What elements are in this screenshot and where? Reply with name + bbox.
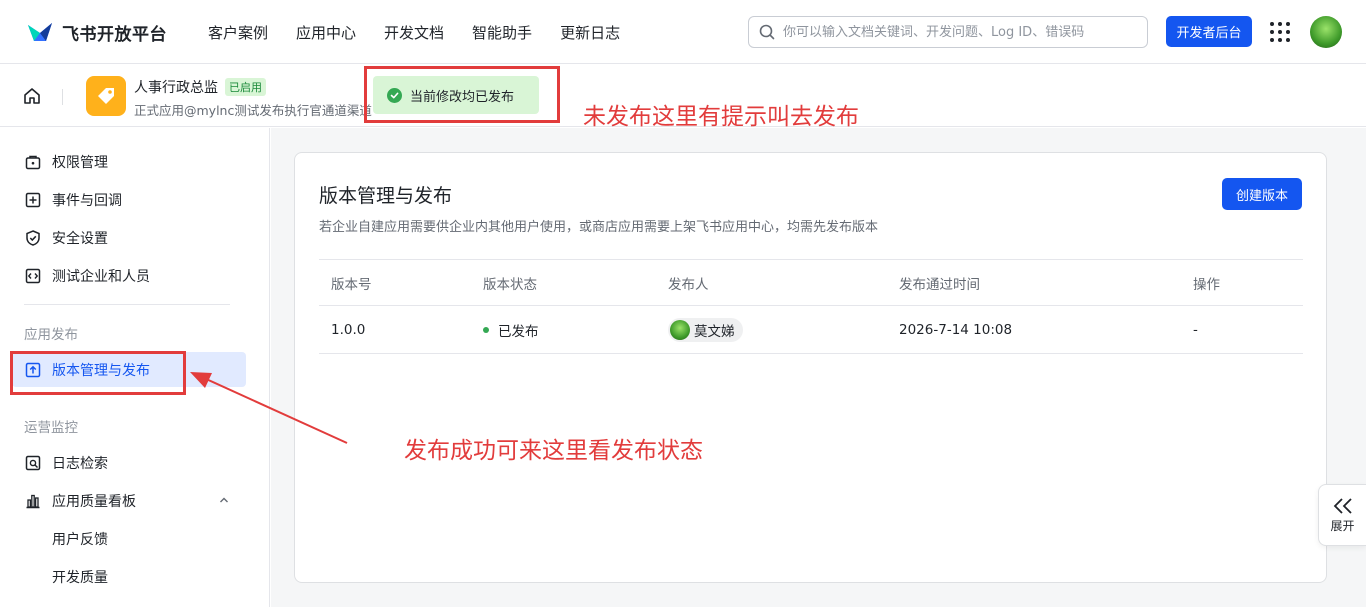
double-chevron-left-icon bbox=[1333, 497, 1352, 514]
expand-label: 展开 bbox=[1330, 518, 1355, 533]
annotation-arrow bbox=[190, 372, 348, 444]
expand-panel-button[interactable]: 展开 bbox=[1318, 484, 1366, 546]
